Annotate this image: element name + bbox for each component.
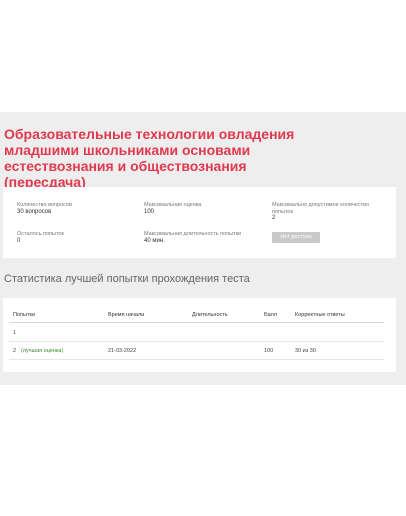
max-duration-value: 40 мин. [144,237,165,244]
questions-label: Количество вопросов [17,202,72,208]
max-attempts-value: 2 [272,215,276,221]
row-2-start-time: 21-03-2022 [108,348,137,354]
remaining-label: Осталось попыток [17,231,64,237]
max-attempts-label: Максимально допустимое количество попыто… [272,202,370,215]
row-2-attempt: 2 [13,348,17,354]
column-header-start-time: Время начала [108,312,145,318]
stats-title: Статистика лучшей попытки прохождения те… [4,273,250,285]
stats-table: Попытки Время начала Длительность Балл К… [3,298,396,372]
questions-value: 30 вопросов [17,208,52,215]
row-2-best-label: (лучшая оценка) [21,348,64,354]
row-2-correct: 30 из 30 [295,348,316,354]
column-header-duration: Длительность [192,312,228,318]
column-header-correct: Корректные ответы [295,312,345,318]
test-title: Образовательные технологии овладения мла… [4,126,295,190]
remaining-info: Осталось попыток 0 [17,231,64,244]
max-duration-info: Максимальная длительность попытки 40 мин… [144,231,241,244]
row-1-attempt: 1 [13,330,17,336]
remaining-value: 0 [17,237,21,244]
max-score-info: Максимальная оценка 100 [144,202,201,215]
row-divider [9,341,384,342]
column-header-attempts: Попытки [13,312,35,318]
column-header-score: Балл [264,312,278,318]
max-score-value: 100 [144,208,155,215]
max-duration-label: Максимальная длительность попытки [144,231,242,237]
max-score-label: Максимальная оценка [144,202,202,208]
max-attempts-info: Максимально допустимое количество попыто… [272,202,372,222]
test-info-card: Количество вопросов 30 вопросов Максимал… [3,187,396,258]
no-access-button[interactable]: Нет доступа [272,232,320,243]
questions-info: Количество вопросов 30 вопросов [17,202,72,215]
header-divider [9,322,384,323]
row-2-score: 100 [264,348,274,354]
row-divider [9,359,384,360]
